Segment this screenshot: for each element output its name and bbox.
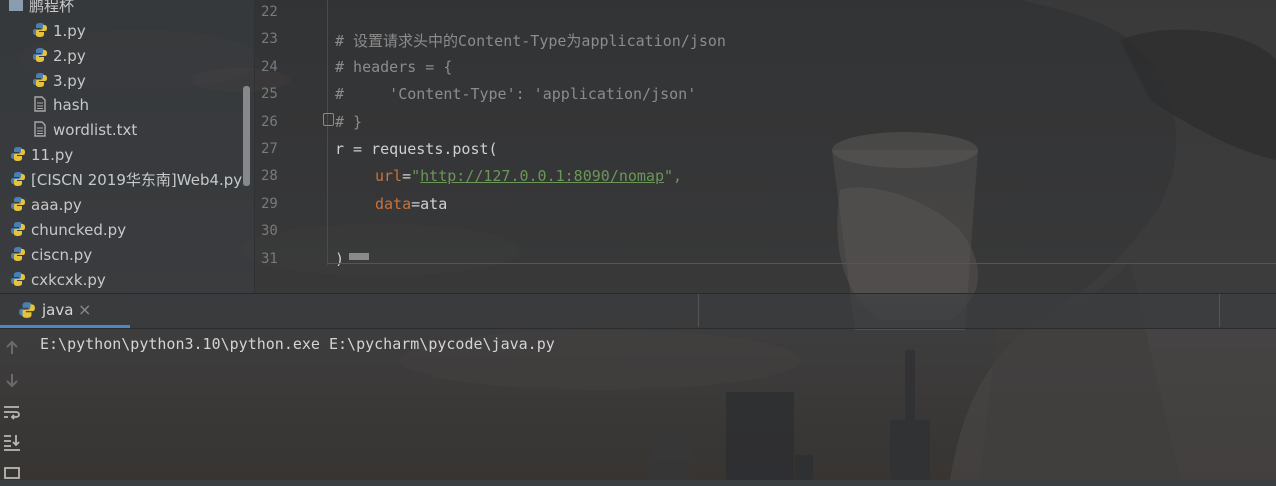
python-file-icon xyxy=(10,245,26,261)
tree-file[interactable]: cxkcxk.py xyxy=(10,268,106,292)
python-file-icon xyxy=(10,220,26,236)
text-file-icon xyxy=(32,120,48,137)
arrow-up-icon[interactable] xyxy=(2,338,22,358)
python-file-icon xyxy=(32,71,48,87)
tree-file[interactable]: ciscn.py xyxy=(10,243,92,267)
run-console[interactable]: E:\python\python3.10\python.exe E:\pycha… xyxy=(0,328,1276,480)
tree-file-label: cxkcxk.py xyxy=(31,271,106,289)
code-line-31: ) xyxy=(335,250,345,268)
code-line-24: # headers = { xyxy=(335,58,453,76)
editor-scroll-thumb[interactable] xyxy=(349,253,369,260)
tree-file-label: hash xyxy=(53,96,90,114)
tree-folder-label: 鹏程杯 xyxy=(29,0,75,15)
text-file-icon xyxy=(32,95,48,112)
data-value: =ata xyxy=(411,195,448,213)
line-number: 23 xyxy=(261,31,278,47)
line-number: 24 xyxy=(261,59,278,75)
project-tree: 鹏程杯 1.py 2.py 3.py hash wordlist.txt 11.… xyxy=(0,0,255,293)
url-param: url xyxy=(375,167,403,185)
python-file-icon xyxy=(10,270,26,286)
python-file-icon xyxy=(10,145,26,161)
tree-file-label: chuncked.py xyxy=(31,221,127,239)
tree-file-label: aaa.py xyxy=(31,196,82,214)
tree-file[interactable]: chuncked.py xyxy=(10,218,126,242)
run-tab-java[interactable]: java × xyxy=(0,294,130,328)
line-number: 29 xyxy=(261,196,278,212)
python-file-icon xyxy=(32,46,48,62)
code-editor[interactable]: 22 23 24 25 26 27 28 29 30 31 # 设置请求头中的C… xyxy=(255,0,1276,293)
run-panel-header: java × xyxy=(0,293,1276,329)
open-quote: " xyxy=(411,167,421,185)
code-line-23: # 设置请求头中的Content-Type为application/json xyxy=(335,32,726,50)
tree-file[interactable]: hash xyxy=(32,93,89,117)
equals-sign: = xyxy=(402,167,412,185)
tree-file-label: wordlist.txt xyxy=(53,121,138,139)
tree-file-label: 11.py xyxy=(31,146,74,164)
tree-file[interactable]: wordlist.txt xyxy=(32,118,137,142)
python-file-icon xyxy=(10,195,26,211)
arrow-down-icon[interactable] xyxy=(2,370,22,390)
close-icon[interactable]: × xyxy=(78,300,91,319)
line-number: 30 xyxy=(261,223,278,239)
divider xyxy=(698,294,699,327)
tree-file-label: 1.py xyxy=(53,22,86,40)
line-number: 31 xyxy=(261,251,278,267)
line-number: 22 xyxy=(261,4,278,20)
tree-file[interactable]: 2.py xyxy=(32,44,86,68)
tree-file[interactable]: 3.py xyxy=(32,69,86,93)
tree-file-label: 3.py xyxy=(53,72,86,90)
soft-wrap-icon[interactable] xyxy=(2,402,22,422)
tree-file-label: ciscn.py xyxy=(31,246,93,264)
tree-file[interactable]: 1.py xyxy=(32,19,86,43)
line-number: 27 xyxy=(261,141,278,157)
console-output: E:\python\python3.10\python.exe E:\pycha… xyxy=(40,335,555,353)
run-tab-label: java xyxy=(42,301,74,319)
run-toolbar xyxy=(0,328,26,480)
tree-scrollbar[interactable] xyxy=(243,86,250,186)
code-line-25: # 'Content-Type': 'application/json' xyxy=(335,85,697,103)
url-link[interactable]: http://127.0.0.1:8090/nomap xyxy=(420,167,664,185)
line-number: 28 xyxy=(261,168,278,184)
folder-icon xyxy=(8,0,24,12)
line-number: 25 xyxy=(261,86,278,102)
scroll-to-end-icon[interactable] xyxy=(2,432,22,452)
tree-folder[interactable]: 鹏程杯 xyxy=(8,0,74,18)
tree-file-label: [CISCN 2019华东南]Web4.py xyxy=(31,171,243,189)
print-icon[interactable] xyxy=(2,462,22,482)
code-line-29: data=ata xyxy=(375,195,447,213)
code-line-26: # } xyxy=(335,113,363,131)
tree-file[interactable]: [CISCN 2019华东南]Web4.py xyxy=(10,168,242,192)
tree-file-label: 2.py xyxy=(53,47,86,65)
line-number: 26 xyxy=(261,114,278,130)
code-line-27: r = requests.post( xyxy=(335,140,498,158)
fold-marker-icon[interactable] xyxy=(323,113,334,126)
python-file-icon xyxy=(32,21,48,37)
close-quote: ", xyxy=(664,167,683,185)
divider xyxy=(1219,294,1220,327)
python-run-icon xyxy=(18,301,36,319)
editor-divider xyxy=(327,263,1276,264)
code-line-28: url="http://127.0.0.1:8090/nomap", xyxy=(375,167,682,185)
python-file-icon xyxy=(10,170,26,186)
tree-file[interactable]: aaa.py xyxy=(10,193,82,217)
data-param: data xyxy=(375,195,412,213)
tree-file[interactable]: 11.py xyxy=(10,143,73,167)
line-number-gutter: 22 23 24 25 26 27 28 29 30 31 xyxy=(255,0,328,267)
